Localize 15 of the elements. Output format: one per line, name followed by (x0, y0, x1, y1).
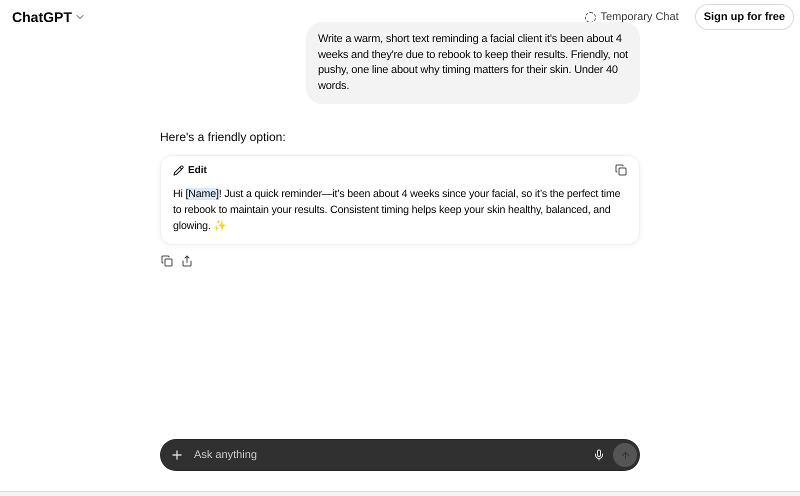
ask-input[interactable]: Ask anything (192, 448, 585, 462)
edit-button[interactable]: Edit (173, 164, 207, 176)
copy-button[interactable] (161, 255, 173, 267)
arrow-up-icon (620, 450, 630, 460)
reply-text: Hi [Name]! Just a quick reminder—it’s been about 4 weeks since your facial, so it’s the perfect time to rebook to maintain your results. Consistent timing helps keep your skin healthy, balanced, and glowing. ✨ (173, 187, 622, 234)
signup-button[interactable]: Sign up for free (694, 4, 794, 30)
pencil-icon (173, 164, 184, 176)
ask-input-field[interactable]: Ask anything (160, 439, 640, 471)
plus-button[interactable] (170, 448, 184, 462)
model-title[interactable]: ChatGPT (12, 9, 86, 25)
assistant-intro: Here's a friendly option: (160, 130, 287, 144)
user-message: Write a warm, short text reminding a facial client it's been about 4 weeks and they're due to rebook to keep their results. Friendly, not pushy, one line about why timing matters for their skin. Under 40 words. (306, 22, 640, 104)
copy-button[interactable] (615, 164, 627, 176)
microphone-button[interactable] (593, 449, 605, 461)
share-button[interactable] (181, 255, 193, 267)
